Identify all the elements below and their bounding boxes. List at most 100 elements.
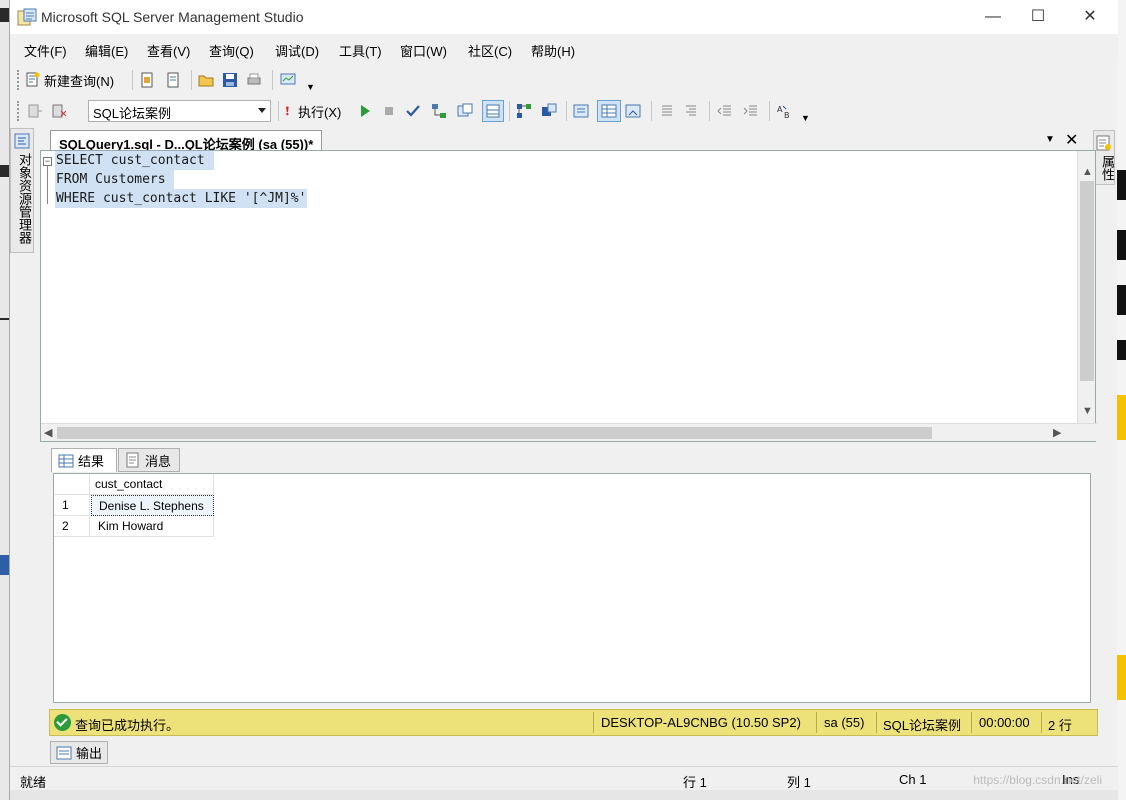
chevron-down-icon <box>258 108 266 113</box>
status-separator <box>593 712 594 733</box>
display-plan-button[interactable] <box>431 100 447 122</box>
code-line-3[interactable]: WHERE cust_contact LIKE '[^JM]%' <box>55 189 308 208</box>
parse-button[interactable] <box>405 100 421 122</box>
column-indicator: 列 1 <box>787 775 811 790</box>
open-file-button[interactable] <box>198 69 214 91</box>
code-line-1[interactable]: SELECT cust_contact <box>55 151 214 170</box>
results-to-file-button[interactable] <box>625 100 641 122</box>
menu-tools[interactable]: 工具(T) <box>339 41 382 60</box>
add-file-button[interactable] <box>165 69 181 91</box>
editor-horizontal-scrollbar[interactable]: ◀ ▶ <box>41 423 1097 441</box>
ssms-app-icon <box>17 8 37 26</box>
query-designer-icon <box>457 103 473 117</box>
query-designer-button[interactable] <box>457 100 473 122</box>
properties-rail[interactable]: 属性 <box>1093 130 1115 185</box>
activity-monitor-button[interactable] <box>280 69 296 91</box>
comment-icon <box>662 105 672 116</box>
scroll-up-icon[interactable]: ▲ <box>1082 166 1093 178</box>
query-status-bar: 查询已成功执行。 DESKTOP-AL9CNBG (10.50 SP2) sa … <box>49 709 1098 736</box>
code-line-2[interactable]: FROM Customers <box>55 170 175 189</box>
tab-output[interactable]: 输出 <box>50 741 109 764</box>
tab-messages[interactable]: 消息 <box>118 448 180 472</box>
cancel-query-button[interactable] <box>381 100 397 122</box>
execute-icon <box>286 106 289 116</box>
status-separator <box>876 712 877 733</box>
maximize-button[interactable]: ☐ <box>1023 6 1053 28</box>
sql-editor[interactable]: − SELECT cust_contact FROM Customers WHE… <box>40 150 1097 442</box>
uncomment-button[interactable] <box>683 100 699 122</box>
desktop-fragment <box>1117 655 1126 700</box>
results-text-icon <box>573 104 589 118</box>
menu-window[interactable]: 窗口(W) <box>400 41 447 60</box>
query-status-message: 查询已成功执行。 <box>75 718 180 733</box>
grid-icon <box>601 104 617 118</box>
decrease-indent-button[interactable] <box>717 100 733 122</box>
tab-list-dropdown-icon[interactable]: ▼ <box>1045 134 1055 145</box>
toolbar-separator <box>769 101 770 121</box>
row-header[interactable]: 2 <box>54 516 90 537</box>
print-button[interactable] <box>246 69 262 91</box>
client-statistics-button[interactable] <box>541 100 557 122</box>
tab-results[interactable]: 结果 <box>51 448 117 472</box>
menu-debug[interactable]: 调试(D) <box>275 41 319 60</box>
save-button[interactable] <box>222 69 238 91</box>
column-header-cust-contact[interactable]: cust_contact <box>90 474 214 495</box>
menu-view[interactable]: 查看(V) <box>147 41 190 60</box>
new-file-button[interactable] <box>139 69 155 91</box>
toolbar-overflow-icon[interactable]: ▼ <box>801 107 810 129</box>
results-grid-icon <box>486 104 500 118</box>
grid-corner[interactable] <box>54 474 90 495</box>
menu-help[interactable]: 帮助(H) <box>531 41 575 60</box>
sql-editor-toolbar: SQL论坛案例 执行(X) AB ▼ <box>15 97 815 125</box>
close-button[interactable]: ✕ <box>1075 6 1105 28</box>
minimize-button[interactable]: — <box>978 6 1008 28</box>
table-cell[interactable]: Denise L. Stephens <box>91 495 214 516</box>
menu-community[interactable]: 社区(C) <box>468 41 512 60</box>
new-query-label: 新建查询(N) <box>44 73 115 89</box>
output-icon <box>56 746 72 759</box>
results-to-text-button[interactable] <box>573 100 589 122</box>
scroll-right-icon[interactable]: ▶ <box>1053 426 1061 439</box>
toolbar-overflow-icon[interactable]: ▼ <box>306 76 315 98</box>
increase-indent-button[interactable] <box>743 100 759 122</box>
table-cell[interactable]: Kim Howard <box>90 516 214 537</box>
collapse-region-icon[interactable]: − <box>43 157 52 166</box>
results-to-grid-toggle[interactable] <box>482 100 504 122</box>
desktop-fragment <box>1117 230 1126 260</box>
toolbar-grip[interactable] <box>17 101 21 121</box>
change-connection-button[interactable] <box>51 100 67 122</box>
object-explorer-rail[interactable]: 对象资源管理器 <box>10 128 34 253</box>
menu-edit[interactable]: 编辑(E) <box>85 41 128 60</box>
new-query-button[interactable]: 新建查询(N) <box>25 69 114 91</box>
tab-sqlquery1[interactable]: SQLQuery1.sql - D...QL论坛案例 (sa (55))* <box>50 130 323 152</box>
desktop-fragment <box>1117 340 1126 360</box>
window-title: Microsoft SQL Server Management Studio <box>41 9 304 25</box>
desktop-right-edge <box>1117 0 1126 800</box>
row-header[interactable]: 1 <box>54 495 90 516</box>
include-plan-button[interactable] <box>516 100 532 122</box>
results-grid[interactable]: cust_contact 1 Denise L. Stephens 2 Kim … <box>53 473 1091 703</box>
specify-values-button[interactable]: AB <box>776 100 792 122</box>
scroll-left-icon[interactable]: ◀ <box>44 426 52 439</box>
toolbar-separator <box>278 101 279 121</box>
editor-horizontal-thumb[interactable] <box>57 427 932 439</box>
close-tab-icon[interactable]: ✕ <box>1065 130 1078 150</box>
comment-button[interactable] <box>659 100 675 122</box>
results-to-grid-button[interactable] <box>597 100 621 122</box>
menu-file[interactable]: 文件(F) <box>24 41 67 60</box>
estimated-plan-icon <box>432 104 446 118</box>
status-separator <box>1041 712 1042 733</box>
desktop-fragment <box>0 165 9 177</box>
bottom-edge <box>10 790 1118 800</box>
editor-vertical-scrollbar[interactable]: ▲ ▼ <box>1077 151 1095 423</box>
menu-query[interactable]: 查询(Q) <box>209 41 254 60</box>
editor-vertical-thumb[interactable] <box>1080 181 1094 381</box>
database-selector[interactable]: SQL论坛案例 <box>88 100 271 122</box>
line-indicator: 行 1 <box>683 775 707 790</box>
messages-icon <box>126 452 139 468</box>
scroll-down-icon[interactable]: ▼ <box>1082 405 1093 417</box>
execute-button[interactable]: 执行(X) <box>283 100 341 122</box>
debug-button[interactable] <box>357 100 373 122</box>
toolbar-grip[interactable] <box>17 70 21 90</box>
connect-button[interactable] <box>27 100 43 122</box>
